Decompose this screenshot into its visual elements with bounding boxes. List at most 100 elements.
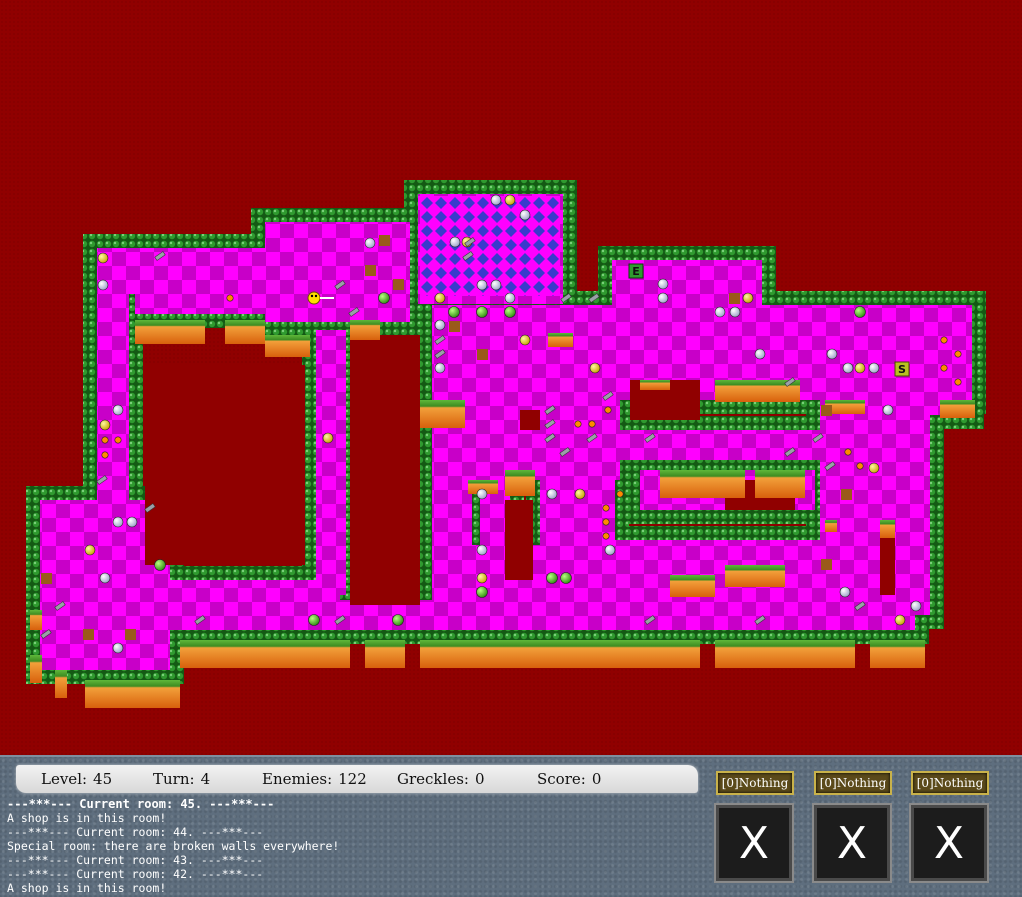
enemy-orb[interactable] [112,642,124,654]
enemy-orb[interactable] [434,292,446,304]
turn-label: Turn: [153,770,195,788]
ledge-block [660,470,745,498]
ledge-block [640,380,670,390]
slime-enemy[interactable] [854,306,866,318]
gem-pickup[interactable] [602,504,610,512]
enemy-orb[interactable] [322,432,334,444]
gem-pickup[interactable] [602,532,610,540]
gem-pickup[interactable] [940,364,948,372]
inventory-slot-label[interactable]: [0]Nothing [911,771,989,795]
enemy-orb[interactable] [519,209,531,221]
shop-tile[interactable]: S [894,361,910,377]
enemy-orb[interactable] [742,292,754,304]
dungeon-map: E S [26,180,986,708]
slime-enemy[interactable] [308,614,320,626]
inventory-slot-2[interactable]: [0]Nothing X [812,771,892,883]
log-line: ---***--- Current room: 43. ---***--- [7,853,264,867]
enemy-orb[interactable] [868,362,880,374]
enemy-orb[interactable] [574,488,586,500]
slime-enemy[interactable] [448,306,460,318]
empty-slot-icon[interactable]: X [714,803,794,883]
enemy-orb[interactable] [126,516,138,528]
gem-pickup[interactable] [844,448,852,456]
ledge-block [365,640,405,668]
exit-tile[interactable]: E [628,263,644,279]
gem-pickup[interactable] [856,462,864,470]
empty-slot-icon[interactable]: X [909,803,989,883]
enemy-orb[interactable] [714,306,726,318]
enemy-orb[interactable] [490,279,502,291]
enemy-orb[interactable] [657,292,669,304]
enemy-orb[interactable] [112,516,124,528]
enemy-orb[interactable] [97,252,109,264]
enemy-orb[interactable] [476,544,488,556]
slime-enemy[interactable] [378,292,390,304]
slime-enemy[interactable] [504,306,516,318]
enemy-orb[interactable] [84,544,96,556]
enemy-orb[interactable] [434,319,446,331]
enemy-orb[interactable] [604,544,616,556]
enemy-orb[interactable] [476,572,488,584]
enemy-orb[interactable] [546,488,558,500]
enemy-orb[interactable] [364,237,376,249]
log-line: ---***--- Current room: 45. ---***--- [7,797,275,811]
slime-enemy[interactable] [560,572,572,584]
enemy-orb[interactable] [99,419,111,431]
inventory-slot-3[interactable]: [0]Nothing X [909,771,989,883]
enemy-orb[interactable] [112,404,124,416]
gem-pickup[interactable] [616,490,624,498]
floor-area [432,305,472,605]
inventory-slot-label[interactable]: [0]Nothing [716,771,794,795]
enemy-orb[interactable] [97,279,109,291]
enemy-orb[interactable] [854,362,866,374]
enemy-orb[interactable] [490,194,502,206]
gem-pickup[interactable] [101,451,109,459]
enemy-orb[interactable] [504,292,516,304]
enemy-orb[interactable] [882,404,894,416]
inventory-slot-1[interactable]: [0]Nothing X [714,771,794,883]
enemy-orb[interactable] [729,306,741,318]
enemy-orb[interactable] [826,348,838,360]
enemy-orb[interactable] [910,600,922,612]
enemy-orb[interactable] [99,572,111,584]
enemy-orb[interactable] [839,586,851,598]
enemy-orb[interactable] [434,362,446,374]
gem-pickup[interactable] [574,420,582,428]
enemy-orb[interactable] [754,348,766,360]
gem-pickup[interactable] [940,336,948,344]
enemy-orb[interactable] [868,462,880,474]
gem-pickup[interactable] [226,294,234,302]
gem-pickup[interactable] [114,436,122,444]
enemy-orb[interactable] [589,362,601,374]
turn-value: 4 [200,770,211,788]
enemy-orb[interactable] [476,279,488,291]
gem-pickup[interactable] [954,378,962,386]
slime-enemy[interactable] [392,614,404,626]
slime-enemy[interactable] [154,559,166,571]
crate-block [379,235,390,246]
gem-pickup[interactable] [602,518,610,526]
slime-enemy[interactable] [546,572,558,584]
crate-block [821,559,832,570]
inventory-slot-label[interactable]: [0]Nothing [814,771,892,795]
enemy-orb[interactable] [476,488,488,500]
ledge-block [940,400,975,418]
crate-block [477,349,488,360]
enemy-orb[interactable] [449,236,461,248]
void-area [350,335,420,605]
status-panel: Level: 45 Turn: 4 Enemies: 122 Greckles: 0 S… [0,755,1022,897]
gem-pickup[interactable] [954,350,962,358]
ledge-block [30,610,42,630]
enemy-orb[interactable] [657,278,669,290]
enemy-orb[interactable] [842,362,854,374]
enemy-orb[interactable] [504,194,516,206]
gem-pickup[interactable] [101,436,109,444]
ledge-block [85,680,155,708]
slime-enemy[interactable] [476,306,488,318]
gem-pickup[interactable] [604,406,612,414]
slime-enemy[interactable] [476,586,488,598]
enemy-orb[interactable] [519,334,531,346]
enemy-orb[interactable] [894,614,906,626]
gem-pickup[interactable] [588,420,596,428]
empty-slot-icon[interactable]: X [812,803,892,883]
